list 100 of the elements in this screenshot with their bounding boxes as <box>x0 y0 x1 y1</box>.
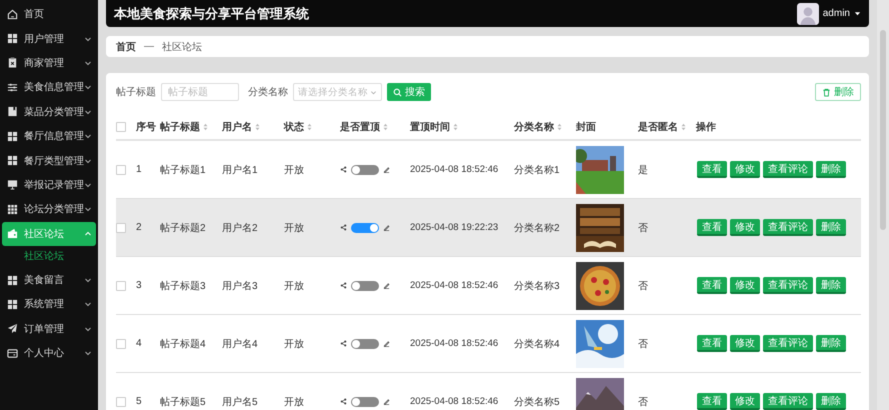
home-icon <box>7 8 18 20</box>
title-input[interactable]: 帖子标题 <box>161 83 239 101</box>
row-checkbox[interactable] <box>116 222 126 232</box>
sort-icon[interactable] <box>453 123 458 131</box>
sliders-icon <box>7 82 18 93</box>
sidebar-item[interactable]: 订单管理 <box>2 316 96 342</box>
caret-icon[interactable] <box>854 10 861 17</box>
table-cell-text: 开放 <box>284 396 304 408</box>
table-cell: 2025-04-08 19:22:23 <box>410 222 498 233</box>
breadcrumb-link[interactable]: 社区论坛 <box>162 40 202 54</box>
table-cell: 4 <box>136 338 142 349</box>
sort-icon[interactable] <box>383 123 388 131</box>
table-row[interactable]: 4 帖子标题4 用户名4 开放 2025-04-08 18:52:46 分类名称4 否 查看 修改 查看评论 删除 <box>116 315 861 373</box>
sort-icon[interactable] <box>307 123 312 131</box>
sidebar-item[interactable]: 个人中心 <box>2 341 96 366</box>
clipboard-icon <box>7 57 18 68</box>
column-header[interactable]: 是否置顶 <box>340 120 388 134</box>
sidebar-item[interactable]: 餐厅类型管理 <box>2 148 96 173</box>
pin-toggle[interactable] <box>351 396 379 406</box>
row-checkbox[interactable] <box>116 338 126 348</box>
chevron-icon <box>370 88 377 96</box>
search-icon <box>393 88 402 96</box>
field-label: 帖子标题 <box>116 86 156 99</box>
sidebar-item[interactable]: 用户管理 <box>2 26 96 51</box>
column-header[interactable]: 置顶时间 <box>410 120 458 134</box>
sort-icon[interactable] <box>203 123 208 131</box>
table-cell-text: 帖子标题2 <box>160 222 206 234</box>
monitor-icon <box>7 179 18 190</box>
grid-icon <box>7 33 18 44</box>
share-icon <box>340 166 347 173</box>
column-header[interactable]: 状态 <box>284 120 312 134</box>
sort-icon[interactable] <box>557 123 562 131</box>
share-icon <box>340 224 347 231</box>
scrollbar[interactable] <box>877 0 889 410</box>
table-cell: 2 <box>136 222 142 233</box>
field-label: 分类名称 <box>248 86 288 99</box>
table-cell-text: 否 <box>638 396 648 408</box>
sort-icon[interactable] <box>255 123 260 131</box>
pen-icon <box>383 340 390 347</box>
table-row[interactable]: 2 帖子标题2 用户名2 开放 2025-04-08 19:22:23 分类名称2 否 查看 修改 查看评论 删除 <box>116 199 861 257</box>
row-checkbox[interactable] <box>116 396 126 406</box>
select-all-checkbox[interactable] <box>116 122 126 132</box>
avatar-icon <box>796 2 819 24</box>
table-cell-text: 分类名称4 <box>514 338 560 350</box>
column-header[interactable]: 分类名称 <box>514 120 562 134</box>
book-icon <box>7 106 18 118</box>
sort-icon[interactable] <box>681 123 686 131</box>
paper-plane-icon <box>7 323 18 334</box>
table-cell-text: 开放 <box>284 280 304 292</box>
table-cell-text: 用户名3 <box>222 280 258 292</box>
sidebar-item[interactable]: 餐厅信息管理 <box>2 124 96 148</box>
grid-icon <box>7 204 18 215</box>
table-cell-text: 用户名2 <box>222 222 258 234</box>
sidebar-item[interactable]: 美食信息管理 <box>2 75 96 100</box>
grid-icon <box>7 130 18 142</box>
share-icon <box>340 282 347 289</box>
column-header: 操作 <box>696 120 716 134</box>
table-cell-text: 开放 <box>284 222 304 234</box>
card-icon <box>7 348 18 359</box>
row-checkbox[interactable] <box>116 280 126 290</box>
pin-toggle[interactable] <box>351 164 379 174</box>
column-header[interactable]: 帖子标题 <box>160 120 208 134</box>
table-cell-text: 否 <box>638 338 648 350</box>
table-row[interactable]: 5 帖子标题5 用户名5 开放 2025-04-08 18:52:46 分类名称5 否 查看 修改 查看评论 删除 <box>116 373 861 410</box>
table-cell-text: 用户名4 <box>222 338 258 350</box>
wallet-icon <box>7 228 18 240</box>
sidebar-item[interactable]: 论坛分类管理 <box>2 197 96 222</box>
column-header: 封面 <box>576 120 596 134</box>
table-cell-text: 开放 <box>284 338 304 350</box>
breadcrumb-separator: — <box>144 41 154 52</box>
sidebar-item[interactable]: 首页 <box>2 2 96 26</box>
grid-icon <box>7 274 18 286</box>
share-icon <box>340 340 347 347</box>
sidebar-item[interactable]: 菜品分类管理 <box>2 100 96 124</box>
sidebar-subitem[interactable]: 社区论坛 <box>0 246 98 268</box>
pin-toggle[interactable] <box>351 280 379 290</box>
table-cell-text: 帖子标题4 <box>160 338 206 350</box>
table-cell-text: 用户名5 <box>222 396 258 408</box>
grid-icon <box>7 298 18 310</box>
sidebar-item[interactable]: 系统管理 <box>2 292 96 317</box>
sidebar-item[interactable]: 商家管理 <box>2 50 96 76</box>
table-cell: 2025-04-08 18:52:46 <box>410 338 498 349</box>
sidebar-item[interactable]: 美食留言 <box>2 268 96 292</box>
table-cell: 2025-04-08 18:52:46 <box>410 164 498 175</box>
column-header[interactable]: 是否匿名 <box>638 120 686 134</box>
table-cell-text: 分类名称5 <box>514 396 560 408</box>
breadcrumb-link[interactable]: 首页 <box>116 40 136 54</box>
column-header: 序号 <box>136 120 156 134</box>
column-header[interactable]: 用户名 <box>222 120 260 134</box>
table-cell: 2025-04-08 18:52:46 <box>410 396 498 407</box>
table-row[interactable]: 3 帖子标题3 用户名3 开放 2025-04-08 18:52:46 分类名称3 否 查看 修改 查看评论 删除 <box>116 257 861 315</box>
sidebar-item[interactable]: 举报记录管理 <box>2 172 96 198</box>
table-cell-text: 开放 <box>284 164 304 176</box>
pin-toggle[interactable] <box>351 222 379 232</box>
pin-toggle[interactable] <box>351 338 379 348</box>
grid-icon <box>7 155 18 166</box>
row-checkbox[interactable] <box>116 164 126 174</box>
user-name[interactable]: admin <box>822 8 850 19</box>
table-cell-text: 是 <box>638 164 648 176</box>
table-cell-text: 帖子标题1 <box>160 164 206 176</box>
